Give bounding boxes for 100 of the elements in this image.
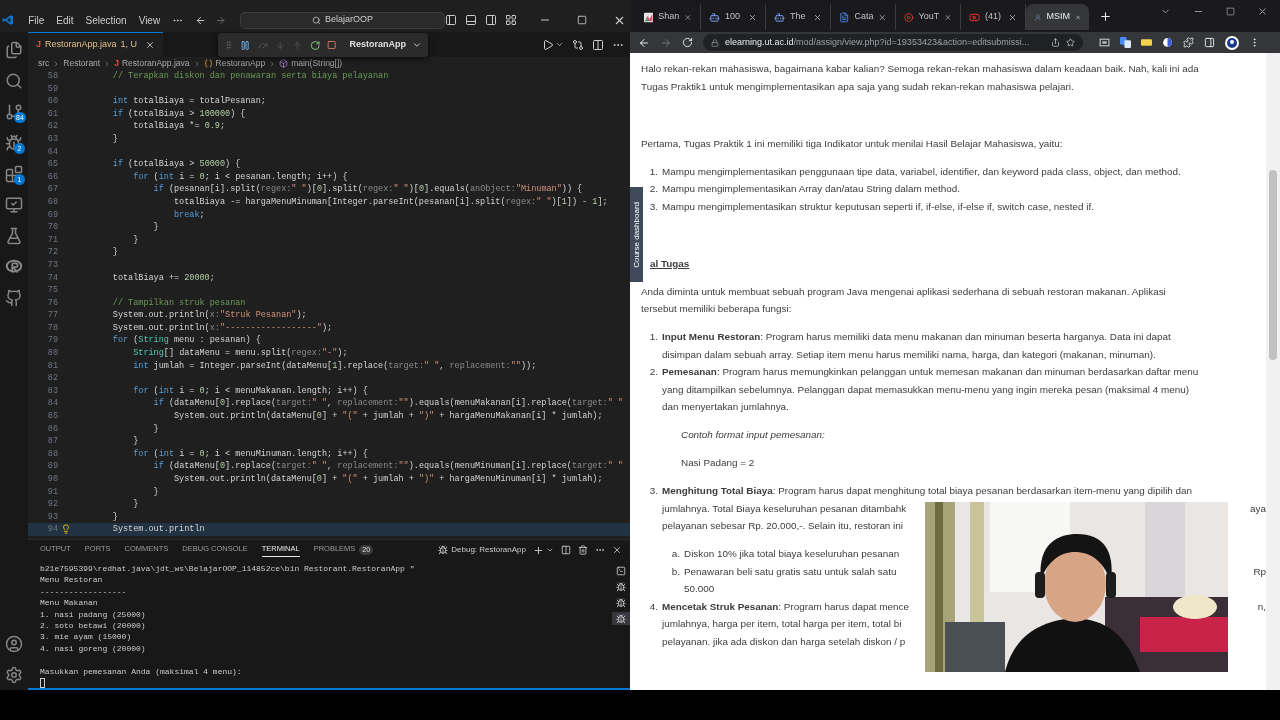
line-number: 71 bbox=[47, 234, 58, 245]
code-line: if (totalBiaya > 50000) { bbox=[111, 158, 241, 171]
account-icon[interactable] bbox=[5, 634, 23, 653]
browser-tab[interactable]: The bbox=[766, 4, 831, 30]
extensions-icon[interactable] bbox=[1183, 37, 1194, 48]
line-number: 73 bbox=[47, 259, 58, 270]
search-icon[interactable] bbox=[5, 71, 23, 90]
layout-icon[interactable] bbox=[505, 14, 517, 26]
breadcrumb-item[interactable]: src bbox=[38, 57, 50, 70]
settings-icon[interactable] bbox=[5, 665, 23, 684]
line-number: 90 bbox=[47, 474, 58, 484]
lightbulb-icon[interactable] bbox=[61, 524, 71, 535]
browser-tab[interactable]: YouT bbox=[896, 4, 961, 30]
close-icon[interactable] bbox=[612, 545, 622, 555]
pause-icon[interactable] bbox=[240, 39, 251, 51]
share-icon[interactable] bbox=[1051, 38, 1060, 47]
browser-tab[interactable]: 100 bbox=[701, 4, 766, 30]
breadcrumb-item[interactable]: main(String[]) bbox=[291, 57, 343, 70]
flask-icon[interactable] bbox=[5, 226, 23, 245]
cat-logo-icon[interactable] bbox=[5, 288, 23, 307]
line-number: 72 bbox=[47, 247, 58, 258]
course-dashboard-tab[interactable]: Course dashboard bbox=[630, 187, 643, 282]
split-terminal-icon[interactable] bbox=[561, 545, 571, 555]
breadcrumb-item[interactable]: RestoranApp.java bbox=[121, 57, 190, 70]
editor-tab[interactable]: J RestoranApp.java 1, U bbox=[28, 32, 164, 57]
menu-item[interactable]: Edit bbox=[50, 12, 80, 28]
list-number: b. bbox=[670, 564, 681, 579]
new-terminal-icon[interactable] bbox=[533, 544, 544, 556]
command-center[interactable]: BelajarOOP bbox=[240, 11, 445, 29]
terminal-line: 2. soto betawi (20000) bbox=[40, 620, 146, 632]
terminal-line: Masukkan pemesanan Anda (maksimal 4 menu): bbox=[40, 665, 242, 678]
stop-icon[interactable] bbox=[327, 40, 337, 50]
menu-item[interactable]: File bbox=[22, 12, 51, 28]
close-icon[interactable] bbox=[1257, 6, 1268, 17]
line-number: 83 bbox=[47, 385, 58, 396]
line-number: 89 bbox=[47, 461, 58, 472]
line-number: 79 bbox=[47, 335, 58, 346]
code-line: int jumlah = Integer.parseInt(dataMenu[1].replace(target:" ", replacement:"")); bbox=[132, 359, 537, 373]
menu-item[interactable]: Selection bbox=[79, 12, 133, 28]
address-bar[interactable]: elearning.ut.ac.id/mod/assign/view.php?id=19353423&action=editsubmissi... bbox=[703, 34, 1083, 51]
breadcrumb-item[interactable]: Restorant bbox=[63, 57, 101, 70]
code-line: } bbox=[132, 435, 139, 448]
terminal-session[interactable] bbox=[612, 612, 630, 625]
scrollbar[interactable] bbox=[1266, 53, 1280, 690]
note-icon[interactable] bbox=[1141, 37, 1152, 48]
menu-item[interactable]: View bbox=[132, 12, 167, 28]
blocks-icon[interactable] bbox=[5, 164, 23, 183]
monitor-icon[interactable] bbox=[5, 195, 23, 214]
caret-icon[interactable] bbox=[555, 40, 564, 49]
run-icon[interactable] bbox=[542, 38, 554, 51]
trash-icon[interactable] bbox=[578, 545, 588, 555]
sidebar-toggle-icon[interactable] bbox=[445, 14, 457, 26]
terminal-line: ------------------ bbox=[40, 585, 127, 598]
list-item-text: Diskon 10% jika total biaya keseluruhan pesanan bbox=[684, 547, 901, 561]
close-icon[interactable] bbox=[1008, 12, 1017, 22]
half-circle-icon[interactable] bbox=[1162, 37, 1173, 48]
caret-icon[interactable] bbox=[546, 546, 554, 554]
browser-tab[interactable]: Shan bbox=[636, 4, 701, 30]
files-icon[interactable] bbox=[5, 40, 23, 59]
debug-target-select[interactable]: RestoranApp bbox=[349, 38, 422, 52]
line-number: 84 bbox=[47, 398, 58, 409]
code-line: if (totalBiaya > 100000) { bbox=[111, 107, 246, 121]
line-number: 69 bbox=[47, 209, 58, 220]
star-icon[interactable] bbox=[1066, 38, 1075, 47]
terminal-line: 3. mie ayam (15000) bbox=[40, 631, 132, 643]
code-line: // Terapkan diskon dan penawaran serta biaya pelayanan bbox=[111, 70, 389, 83]
debug-session-select[interactable]: Debug: RestoranApp bbox=[438, 544, 526, 556]
line-number: 85 bbox=[47, 411, 58, 422]
panel-toggle-icon[interactable] bbox=[465, 14, 477, 26]
line-number: 59 bbox=[47, 83, 58, 94]
list-item-text: Input Menu Restoran: Program harus memiliki data menu makanan dan minuman beserta harganya. Data ini dapat disimpan dalam sebuah array. Setiap item menu harus memiliki nama, harga, dan kategori (makanan, minuman). bbox=[662, 330, 1172, 362]
secondary-sidebar-icon[interactable] bbox=[485, 14, 497, 26]
code-line: if (dataMenu[0].replace(target:" ", replacement:"").equals(menuMakanan[i].replace(target:" " bbox=[152, 397, 623, 411]
avatar-icon[interactable] bbox=[1225, 35, 1239, 50]
close-icon[interactable] bbox=[145, 40, 156, 50]
line-number: 82 bbox=[47, 373, 58, 384]
close-icon[interactable] bbox=[813, 12, 822, 22]
close-icon[interactable] bbox=[748, 12, 757, 22]
compare-icon[interactable] bbox=[572, 38, 584, 51]
maximize-icon[interactable] bbox=[577, 15, 587, 25]
line-number: 66 bbox=[47, 171, 58, 182]
app-logo-icon[interactable] bbox=[2, 13, 15, 27]
line-number: 68 bbox=[47, 196, 58, 207]
restart-icon[interactable] bbox=[309, 39, 321, 51]
grip-icon[interactable] bbox=[224, 40, 234, 50]
translate-icon[interactable] bbox=[1120, 37, 1131, 48]
side-panel-icon[interactable] bbox=[1204, 37, 1215, 48]
browser-tab[interactable]: Cata bbox=[831, 4, 896, 30]
new-tab-icon[interactable] bbox=[1099, 10, 1112, 23]
reload-icon[interactable] bbox=[682, 37, 693, 48]
code-line: totalBiaya *= 0.9; bbox=[132, 120, 226, 133]
split-editor-icon[interactable] bbox=[592, 38, 604, 51]
code-line: } bbox=[132, 233, 139, 247]
window-icon[interactable] bbox=[1099, 37, 1110, 48]
list-number: 3. bbox=[648, 484, 659, 498]
browser-tab[interactable]: MSIM bbox=[1026, 4, 1089, 30]
maximize-icon[interactable] bbox=[1226, 7, 1235, 16]
breadcrumb-item[interactable]: RestoranApp bbox=[215, 57, 266, 70]
back-icon[interactable] bbox=[638, 36, 650, 49]
list-item-text: Mampu mengimplementasikan penggunaan tipe data, variabel, identifier, dan keyword pada class, object, dan method. bbox=[662, 164, 1182, 179]
